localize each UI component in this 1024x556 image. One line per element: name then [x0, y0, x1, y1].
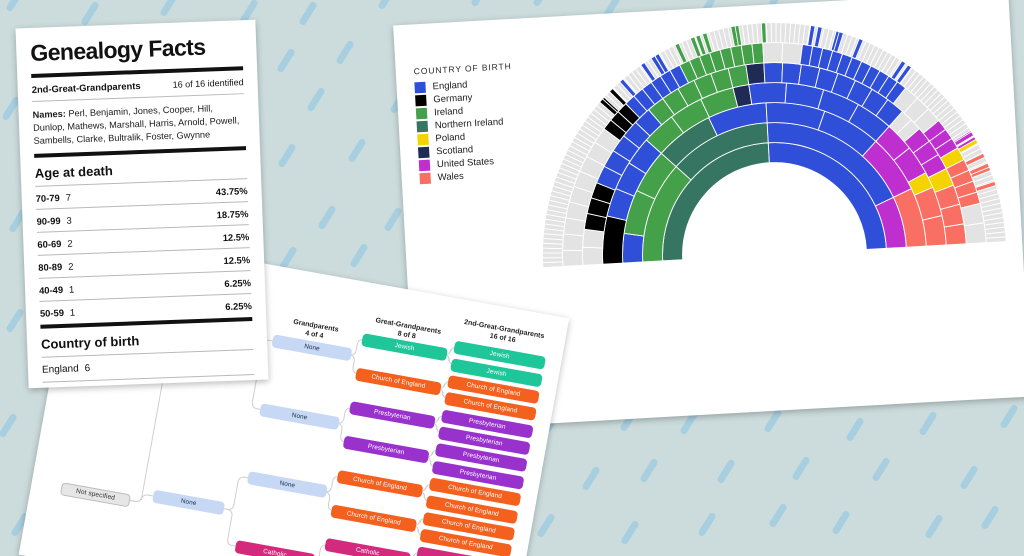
age-percent: 43.75%	[215, 185, 248, 198]
background-dash	[959, 464, 980, 490]
sunburst-segment[interactable]	[943, 223, 967, 246]
sunburst-svg	[542, 22, 1007, 269]
country-of-birth-legend: COUNTRY OF BIRTH England Germany Ireland No…	[413, 61, 517, 185]
sunburst-segment[interactable]	[760, 22, 767, 44]
background-dash	[580, 465, 601, 492]
genealogy-facts-card[interactable]: Genealogy Facts 2nd-Great-Grandparents 1…	[15, 19, 269, 389]
background-dash	[349, 242, 369, 269]
background-dash	[80, 0, 100, 27]
legend-label: England	[432, 79, 468, 93]
background-dash	[469, 0, 490, 8]
age-percent: 6.25%	[225, 300, 253, 313]
legend-label: Scotland	[435, 144, 474, 158]
legend-swatch-icon	[417, 133, 429, 146]
background-dash	[276, 47, 297, 74]
background-dash	[0, 412, 19, 439]
age-range: 70-79	[35, 192, 60, 205]
age-percent: 12.5%	[222, 231, 250, 244]
tree-connector	[223, 476, 248, 510]
background-dash	[306, 86, 326, 112]
age-percent: 12.5%	[223, 254, 251, 267]
legend-label: Wales	[437, 170, 465, 184]
age-count: 1	[69, 306, 76, 318]
background-dash	[5, 307, 26, 334]
background-dash	[620, 519, 640, 546]
sunburst-segment[interactable]	[582, 246, 604, 266]
background-dash	[696, 511, 717, 538]
age-range: 90-99	[36, 215, 61, 228]
background-dash	[383, 206, 403, 233]
age-count: 2	[68, 260, 74, 272]
background-dash	[5, 0, 25, 13]
sunburst-segment[interactable]	[745, 62, 766, 86]
age-range: 60-69	[37, 238, 62, 251]
legend-swatch-icon	[415, 107, 428, 120]
background-dash	[334, 39, 355, 66]
background-dash	[870, 457, 891, 483]
legend-label: Ireland	[433, 105, 464, 119]
background-dash	[347, 137, 367, 164]
background-dash	[980, 504, 1001, 531]
background-dash	[532, 0, 553, 7]
age-range: 40-49	[38, 284, 64, 297]
generation-identified: 16 of 16 identified	[172, 77, 244, 90]
sunburst-segment[interactable]	[621, 232, 645, 264]
background-dash	[768, 502, 789, 529]
legend-swatch-icon	[417, 146, 430, 159]
background-dash	[535, 512, 556, 538]
sunburst-segment[interactable]	[748, 82, 788, 105]
background-dash	[831, 510, 852, 536]
page-title: Genealogy Facts	[29, 33, 206, 66]
legend-label: Germany	[433, 92, 473, 106]
background-dash	[158, 0, 179, 17]
country-count: 6	[84, 363, 91, 375]
background-dash	[845, 416, 865, 443]
background-dash	[316, 204, 337, 230]
sunburst-chart[interactable]	[509, 0, 1024, 428]
legend-title: COUNTRY OF BIRTH	[413, 60, 512, 77]
age-count: 7	[65, 191, 72, 203]
background-dash	[276, 142, 297, 169]
background-dash	[924, 513, 945, 540]
country-name: England	[41, 363, 79, 376]
background-dash	[297, 0, 318, 27]
legend-swatch-icon	[415, 94, 427, 107]
sunburst-segment[interactable]	[751, 42, 765, 65]
age-count: 3	[66, 214, 72, 226]
background-dash	[999, 403, 1020, 429]
age-at-death-table: 70-79 7 43.75% 90-99 3 18.75% 60-69 2 12.5% 80-89…	[35, 182, 252, 321]
legend-swatch-icon	[416, 120, 429, 133]
age-count: 2	[67, 237, 73, 249]
legend-label: Poland	[435, 131, 466, 145]
divider	[31, 66, 244, 78]
names-list: Names: Perl, Benjamin, Jones, Cooper, Hi…	[32, 97, 246, 150]
generation-label: 2nd-Great-Grandparents	[31, 79, 141, 95]
legend-swatch-icon	[414, 81, 426, 94]
tree-connector	[129, 494, 154, 503]
age-range: 80-89	[38, 261, 63, 274]
sunburst-segment[interactable]	[763, 62, 784, 84]
background-dash	[791, 455, 811, 482]
names-label: Names:	[32, 108, 67, 120]
background-dash	[716, 458, 737, 485]
background-dash	[376, 0, 397, 11]
legend-swatch-icon	[419, 172, 432, 185]
sunburst-segment[interactable]	[985, 236, 1007, 244]
sunburst-segment[interactable]	[963, 222, 987, 245]
legend-swatch-icon	[418, 159, 431, 172]
age-range: 50-59	[39, 307, 65, 319]
age-count: 1	[68, 283, 75, 295]
age-percent: 18.75%	[216, 208, 249, 221]
background-dash	[639, 457, 659, 484]
background-dash	[917, 410, 938, 437]
sunburst-segment[interactable]	[562, 249, 584, 267]
age-percent: 6.25%	[224, 277, 252, 290]
sunburst-segment[interactable]	[762, 42, 784, 64]
